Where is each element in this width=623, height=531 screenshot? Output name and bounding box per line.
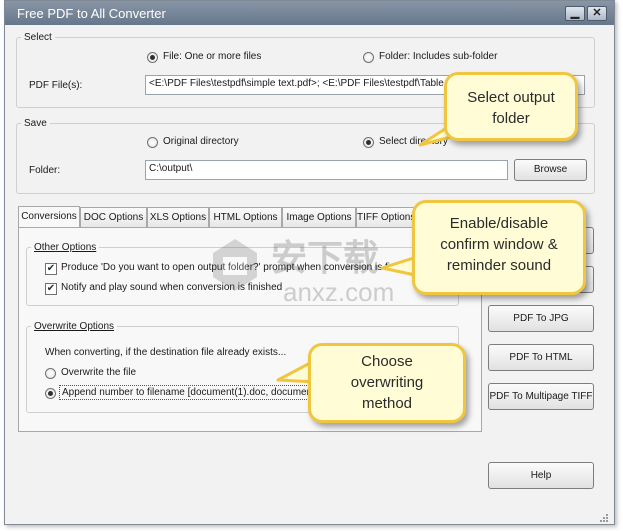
callout-overwriting-line3: method <box>361 395 413 412</box>
callout-select-output-line1: Select output <box>467 89 555 106</box>
callout-overwriting: Choose overwriting method <box>308 343 466 423</box>
callout-select-output-line2: folder <box>492 110 530 127</box>
callout-enable-disable-line1: Enable/disable <box>449 215 549 232</box>
callout-overwriting-line2: overwriting <box>350 374 424 391</box>
callout-select-output: Select output folder <box>444 72 578 141</box>
resize-grip[interactable] <box>597 511 609 523</box>
callout-overwriting-line1: Choose <box>361 353 413 370</box>
callout-enable-disable-line2: confirm window & <box>440 236 558 253</box>
callout-enable-disable: Enable/disable confirm window & reminder… <box>412 200 586 295</box>
callout-enable-disable-line3: reminder sound <box>446 257 552 274</box>
